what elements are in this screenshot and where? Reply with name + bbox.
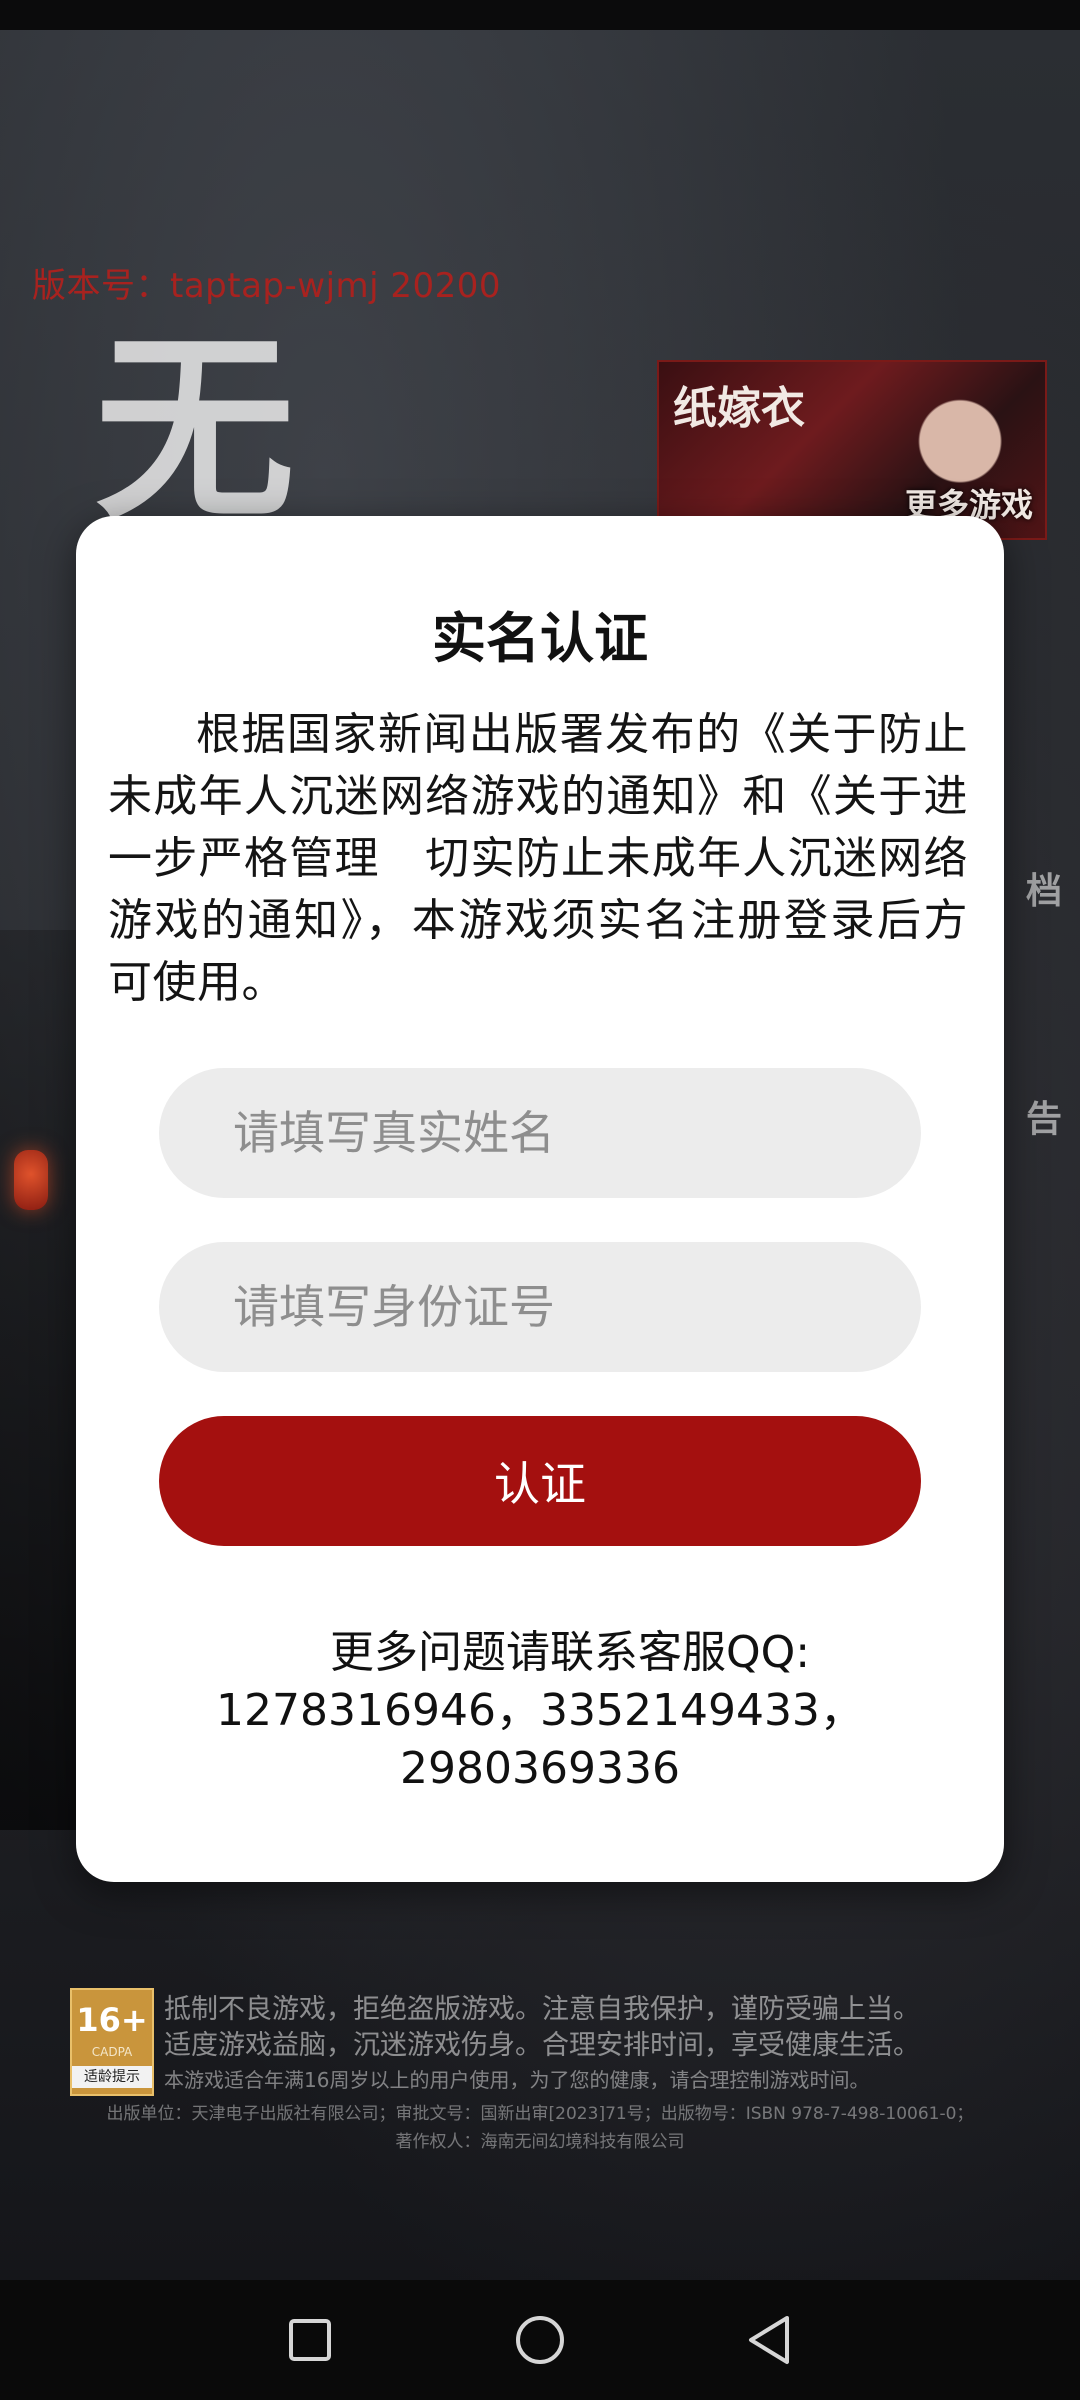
notice-line: 抵制不良游戏，拒绝盗版游戏。注意自我保护，谨防受骗上当。 bbox=[164, 1994, 920, 2025]
dialog-title: 实名认证 bbox=[432, 607, 648, 670]
age-rating-number: 16+ bbox=[76, 2001, 148, 2039]
game-title-art: 无 bbox=[95, 340, 296, 520]
triangle-back-icon[interactable] bbox=[740, 2310, 800, 2370]
verify-button[interactable]: 认证 bbox=[159, 1416, 921, 1546]
publisher-line: 出版单位：天津电子出版社有限公司；审批文号：国新出审[2023]71号；出版物号… bbox=[106, 2104, 974, 2124]
side-menu-notice[interactable]: 告 bbox=[1026, 1090, 1062, 1142]
contact-heading: 更多问题请联系客服QQ: bbox=[329, 1627, 811, 1678]
copyright-line: 著作权人：海南无间幻境科技有限公司 bbox=[395, 2132, 685, 2152]
circle-home-icon[interactable] bbox=[510, 2310, 570, 2370]
contact-qq-numbers: 1278316946，3352149433， bbox=[216, 1685, 864, 1736]
age-usage-notice: 本游戏适合年满16周岁以上的用户使用，为了您的健康，请合理控制游戏时间。 bbox=[164, 2068, 870, 2092]
more-games-banner[interactable]: 纸嫁衣 更多游戏 bbox=[657, 360, 1047, 540]
promo-game-title: 纸嫁衣 bbox=[673, 383, 805, 434]
real-name-input[interactable] bbox=[159, 1068, 921, 1198]
dialog-notice-text: 根据国家新闻出版署发布的《关于防止未成年人沉迷网络游戏的通知》和《关于进一步严格… bbox=[108, 709, 968, 1008]
health-game-notice: 抵制不良游戏，拒绝盗版游戏。注意自我保护，谨防受骗上当。 适度游戏益脑，沉迷游戏… bbox=[164, 1992, 1044, 2064]
real-name-auth-dialog: 实名认证 根据国家新闻出版署发布的《关于防止未成年人沉迷网络游戏的通知》和《关于… bbox=[76, 516, 1004, 1882]
age-rating-badge: 16+ CADPA 适龄提示 bbox=[70, 1988, 154, 2096]
customer-service-contact: 更多问题请联系客服QQ: 1278316946，3352149433， 2980… bbox=[116, 1624, 964, 1798]
contact-qq-numbers-cont: 2980369336 bbox=[400, 1743, 680, 1794]
side-menu-archive[interactable]: 档 bbox=[1026, 862, 1062, 914]
square-recent-icon[interactable] bbox=[280, 2310, 340, 2370]
notice-line: 适度游戏益脑，沉迷游戏伤身。合理安排时间，享受健康生活。 bbox=[164, 2030, 920, 2061]
system-navigation-bar bbox=[0, 2280, 1080, 2400]
publisher-info: 出版单位：天津电子出版社有限公司；审批文号：国新出审[2023]71号；出版物号… bbox=[0, 2100, 1080, 2156]
version-label: 版本号：taptap-wjmj 20200 bbox=[32, 266, 502, 306]
lantern-icon bbox=[14, 1150, 48, 1210]
age-rating-tip: 适龄提示 bbox=[72, 2066, 152, 2088]
status-bar bbox=[0, 0, 1080, 30]
age-rating-org: CADPA bbox=[91, 2045, 133, 2059]
id-number-input[interactable] bbox=[159, 1242, 921, 1372]
